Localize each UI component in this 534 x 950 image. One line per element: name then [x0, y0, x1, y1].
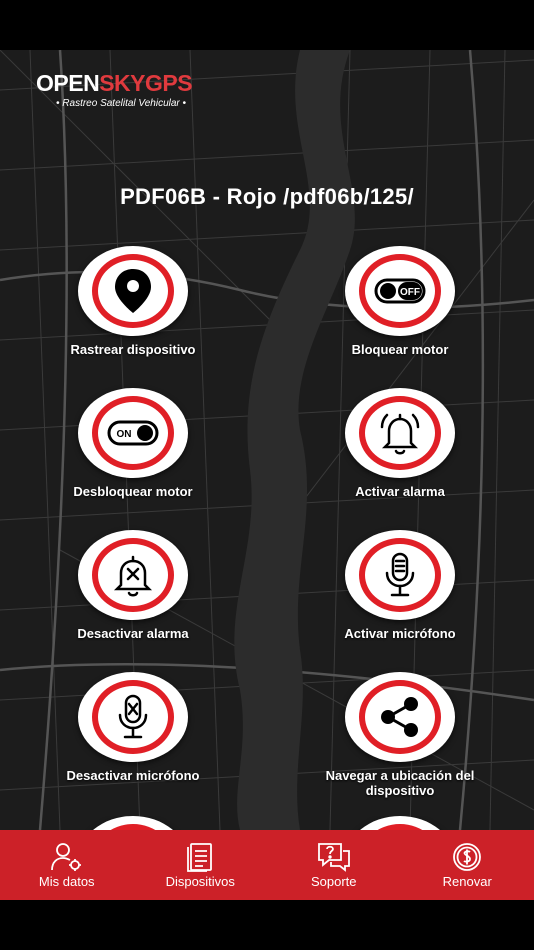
action-label: Desbloquear motor — [73, 484, 193, 499]
microphone-icon — [385, 552, 415, 597]
action-ring: ON — [92, 396, 174, 470]
toggle-on-text: ON — [117, 429, 132, 440]
toggle-off-icon: OFF — [374, 278, 426, 304]
action-label: Activar alarma — [355, 484, 445, 499]
dollar-coin-icon — [453, 842, 482, 871]
nav-label: Soporte — [310, 873, 357, 889]
user-settings-icon — [50, 842, 81, 871]
location-pin-icon — [115, 269, 151, 313]
action-disc: OFF — [345, 246, 455, 336]
block-engine-button[interactable]: OFF Bloquear motor — [275, 246, 525, 357]
action-label: Bloquear motor — [351, 342, 449, 357]
action-label: Rastrear dispositivo — [70, 342, 196, 357]
action-ring — [359, 680, 441, 754]
status-bar — [0, 0, 534, 50]
nav-label: Mis datos — [38, 873, 95, 889]
action-ring — [92, 254, 174, 328]
nav-my-data[interactable]: Mis datos — [0, 830, 134, 900]
action-disc — [345, 388, 455, 478]
unblock-engine-button[interactable]: ON Desbloquear motor — [8, 388, 258, 499]
action-ring — [359, 538, 441, 612]
action-ring — [92, 680, 174, 754]
bell-ringing-icon — [380, 413, 420, 455]
action-disc — [345, 530, 455, 620]
action-ring — [359, 396, 441, 470]
brand-tagline: • Rastreo Satelital Vehicular • — [56, 98, 187, 109]
action-label: Activar micrófono — [344, 626, 456, 641]
deactivate-microphone-button[interactable]: Desactivar micrófono — [8, 672, 258, 783]
action-disc — [78, 672, 188, 762]
nav-support[interactable]: Soporte — [267, 830, 401, 900]
toggle-off-text: OFF — [400, 287, 420, 298]
action-label: Navegar a ubicación del dispositivo — [325, 768, 475, 798]
action-label: Desactivar alarma — [77, 626, 189, 641]
action-label: Desactivar micrófono — [66, 768, 200, 783]
document-list-icon — [187, 842, 213, 872]
nav-label: Renovar — [442, 873, 492, 889]
deactivate-alarm-button[interactable]: Desactivar alarma — [8, 530, 258, 641]
brand-name-gps: GPS — [144, 70, 193, 96]
brand-name: OPENSKYGPS — [36, 70, 193, 97]
action-ring: OFF — [359, 254, 441, 328]
nav-renew[interactable]: Renovar — [401, 830, 534, 900]
toggle-on-icon: ON — [107, 420, 159, 446]
action-disc — [345, 672, 455, 762]
microphone-off-icon — [118, 694, 148, 739]
nav-label: Dispositivos — [165, 873, 235, 889]
brand-name-sky: SKY — [99, 70, 145, 96]
action-ring — [92, 538, 174, 612]
action-disc — [78, 530, 188, 620]
bell-off-icon — [113, 555, 153, 597]
track-device-button[interactable]: Rastrear dispositivo — [8, 246, 258, 357]
help-chat-icon — [317, 842, 350, 872]
system-bottom-bar — [0, 900, 534, 950]
brand-logo: OPENSKYGPS • Rastreo Satelital Vehicular… — [36, 70, 216, 112]
device-title: PDF06B - Rojo /pdf06b/125/ — [120, 184, 414, 209]
share-icon — [381, 697, 418, 737]
app-screen: OPENSKYGPS • Rastreo Satelital Vehicular… — [0, 50, 534, 900]
activate-microphone-button[interactable]: Activar micrófono — [275, 530, 525, 641]
action-disc: ON — [78, 388, 188, 478]
activate-alarm-button[interactable]: Activar alarma — [275, 388, 525, 499]
bottom-navigation: Mis datos Dispositivos Soporte Renovar — [0, 830, 534, 900]
brand-name-open: OPEN — [36, 70, 100, 96]
navigate-to-device-button[interactable]: Navegar a ubicación del dispositivo — [275, 672, 525, 798]
nav-devices[interactable]: Dispositivos — [134, 830, 268, 900]
action-disc — [78, 246, 188, 336]
